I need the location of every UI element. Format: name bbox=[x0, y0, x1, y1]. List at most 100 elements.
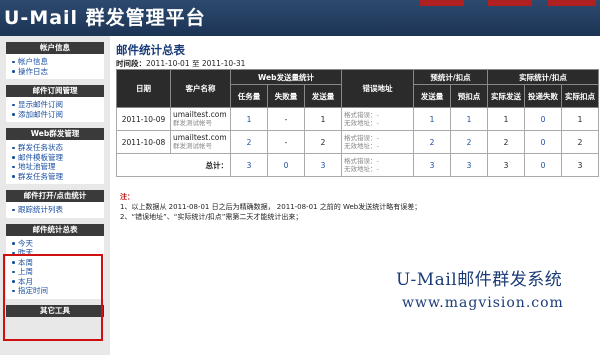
sidebar-section-account: 帐户信息 帐户信息 操作日志 bbox=[6, 42, 104, 79]
header-top-button[interactable] bbox=[420, 0, 464, 6]
cell-date: 2011-10-08 bbox=[116, 130, 171, 154]
customer-name: umailtest.com bbox=[173, 110, 227, 119]
sidebar-item-task-management[interactable]: 群发任务管理 bbox=[12, 172, 104, 182]
customer-sub: 群发测试帐号 bbox=[173, 142, 212, 150]
brand-name: U-Mail邮件群发系统 bbox=[396, 270, 563, 290]
sidebar-item-this-month[interactable]: 本月 bbox=[12, 277, 104, 287]
app-title: U-Mail 群发管理平台 bbox=[4, 7, 206, 29]
col-act-deduct: 实际扣点 bbox=[561, 84, 599, 108]
col-customer: 客户名称 bbox=[170, 69, 231, 108]
sidebar-item-task-status[interactable]: 群发任务状态 bbox=[12, 143, 104, 153]
cell-sent: 2 bbox=[304, 130, 342, 154]
header-top-button[interactable] bbox=[488, 0, 532, 6]
total-task[interactable]: 3 bbox=[230, 153, 268, 177]
sidebar-item-account-info[interactable]: 帐户信息 bbox=[12, 57, 104, 67]
sidebar-section-title: 帐户信息 bbox=[6, 42, 104, 54]
cell-error: 格式错误：- 无效地址：- bbox=[341, 107, 414, 131]
sidebar-item-tracking-list[interactable]: 跟踪统计列表 bbox=[12, 205, 104, 215]
sidebar-section-title: 邮件打开/点击统计 bbox=[6, 190, 104, 202]
customer-sub: 群发测试帐号 bbox=[173, 119, 212, 127]
sidebar-section-title: 其它工具 bbox=[6, 304, 104, 317]
total-act-sent: 3 bbox=[487, 153, 525, 177]
table-row: 2011-10-08 umailtest.com 群发测试帐号 2 - 2 格式… bbox=[116, 130, 599, 154]
cell-act-sent: 2 bbox=[487, 130, 525, 154]
total-pre-sent[interactable]: 3 bbox=[413, 153, 451, 177]
cell-sent: 1 bbox=[304, 107, 342, 131]
total-fail[interactable]: 0 bbox=[267, 153, 305, 177]
sidebar-section-tracking: 邮件打开/点击统计 跟踪统计列表 bbox=[6, 190, 104, 218]
cell-act-sent: 1 bbox=[487, 107, 525, 131]
error-format: 格式错误：- bbox=[344, 157, 379, 165]
cell-error: 格式错误：- 无效地址：- bbox=[341, 130, 414, 154]
col-pre-deduct: 预扣点 bbox=[450, 84, 488, 108]
col-group-actual: 实际统计/扣点 bbox=[487, 69, 599, 85]
header-top-button[interactable] bbox=[548, 0, 596, 6]
error-format: 格式错误：- bbox=[344, 134, 379, 142]
cell-pre-sent[interactable]: 1 bbox=[413, 107, 451, 131]
period-value: 2011-10-01 至 2011-10-31 bbox=[146, 59, 246, 68]
cell-act-deduct: 2 bbox=[561, 130, 599, 154]
col-sent: 发送量 bbox=[304, 84, 342, 108]
statistics-table: 日期 客户名称 Web发送量统计 错误地址 预统计/扣点 实际统计/扣点 任务量… bbox=[116, 69, 599, 177]
cell-act-invalid[interactable]: 0 bbox=[524, 130, 562, 154]
sidebar-section-tools: 其它工具 bbox=[6, 304, 104, 317]
sidebar-item-address-pool[interactable]: 地址池管理 bbox=[12, 162, 104, 172]
col-group-pre: 预统计/扣点 bbox=[413, 69, 488, 85]
total-act-invalid[interactable]: 0 bbox=[524, 153, 562, 177]
cell-act-invalid[interactable]: 0 bbox=[524, 107, 562, 131]
period-label: 时间段： bbox=[116, 59, 146, 68]
notes-label: 注： bbox=[120, 193, 134, 201]
sidebar-section-title: 邮件订阅管理 bbox=[6, 85, 104, 97]
cell-task[interactable]: 1 bbox=[230, 107, 268, 131]
col-task: 任务量 bbox=[230, 84, 268, 108]
time-period: 时间段：2011-10-01 至 2011-10-31 bbox=[116, 58, 245, 69]
brand-url: www.magvision.com bbox=[402, 295, 564, 311]
sidebar-item-yesterday[interactable]: 昨天 bbox=[12, 248, 104, 258]
sidebar-item-custom-time[interactable]: 指定时间 bbox=[12, 286, 104, 296]
cell-pre-sent[interactable]: 2 bbox=[413, 130, 451, 154]
sidebar-item-this-week[interactable]: 本周 bbox=[12, 258, 104, 268]
cell-task[interactable]: 2 bbox=[230, 130, 268, 154]
total-pre-deduct[interactable]: 3 bbox=[450, 153, 488, 177]
cell-customer: umailtest.com 群发测试帐号 bbox=[170, 130, 231, 154]
table-total-row: 总计： 3 0 3 格式错误：- 无效地址：- 3 3 3 0 3 bbox=[116, 153, 599, 177]
col-error: 错误地址 bbox=[341, 69, 414, 108]
notes-line-2: 2、“错误地址”、“实际统计/扣点”需第二天才能统计出来； bbox=[120, 213, 303, 221]
total-act-deduct: 3 bbox=[561, 153, 599, 177]
col-pre-sent: 发送量 bbox=[413, 84, 451, 108]
cell-fail: - bbox=[267, 130, 305, 154]
sidebar-item-today[interactable]: 今天 bbox=[12, 239, 104, 249]
main-content: 邮件统计总表 时间段：2011-10-01 至 2011-10-31 日期 客户… bbox=[116, 36, 600, 355]
sidebar-item-last-week[interactable]: 上周 bbox=[12, 267, 104, 277]
sidebar: 帐户信息 帐户信息 操作日志 邮件订阅管理 显示邮件订阅 添加邮件订阅 Web群… bbox=[0, 36, 110, 355]
total-error: 格式错误：- 无效地址：- bbox=[341, 153, 414, 177]
sidebar-item-add-subscription[interactable]: 添加邮件订阅 bbox=[12, 110, 104, 120]
col-group-web: Web发送量统计 bbox=[230, 69, 342, 85]
cell-pre-deduct[interactable]: 2 bbox=[450, 130, 488, 154]
cell-act-deduct: 1 bbox=[561, 107, 599, 131]
cell-date: 2011-10-09 bbox=[116, 107, 171, 131]
sidebar-section-statistics: 邮件统计总表 今天 昨天 本周 上周 本月 指定时间 bbox=[6, 223, 104, 299]
cell-customer: umailtest.com 群发测试帐号 bbox=[170, 107, 231, 131]
table-row: 2011-10-09 umailtest.com 群发测试帐号 1 - 1 格式… bbox=[116, 107, 599, 131]
sidebar-section-web-group: Web群发管理 群发任务状态 邮件模板管理 地址池管理 群发任务管理 bbox=[6, 128, 104, 184]
sidebar-item-show-subscriptions[interactable]: 显示邮件订阅 bbox=[12, 100, 104, 110]
cell-fail: - bbox=[267, 107, 305, 131]
customer-name: umailtest.com bbox=[173, 133, 227, 142]
cell-pre-deduct[interactable]: 1 bbox=[450, 107, 488, 131]
total-sent[interactable]: 3 bbox=[304, 153, 342, 177]
col-act-sent: 实际发送 bbox=[487, 84, 525, 108]
error-invalid: 无效地址：- bbox=[344, 119, 379, 127]
col-fail: 失败量 bbox=[267, 84, 305, 108]
sidebar-item-template-management[interactable]: 邮件模板管理 bbox=[12, 153, 104, 163]
app-header: U-Mail 群发管理平台 bbox=[0, 0, 600, 36]
sidebar-item-operation-log[interactable]: 操作日志 bbox=[12, 67, 104, 77]
notes-line-1: 1、以上数据从 2011-08-01 日之后为精确数据， 2011-08-01 … bbox=[120, 203, 422, 211]
error-format: 格式错误：- bbox=[344, 111, 379, 119]
sidebar-section-title: Web群发管理 bbox=[6, 128, 104, 140]
page-title: 邮件统计总表 bbox=[116, 43, 185, 57]
sidebar-section-subscription: 邮件订阅管理 显示邮件订阅 添加邮件订阅 bbox=[6, 85, 104, 122]
error-invalid: 无效地址：- bbox=[344, 165, 379, 173]
col-date: 日期 bbox=[116, 69, 171, 108]
total-label: 总计： bbox=[116, 153, 231, 177]
